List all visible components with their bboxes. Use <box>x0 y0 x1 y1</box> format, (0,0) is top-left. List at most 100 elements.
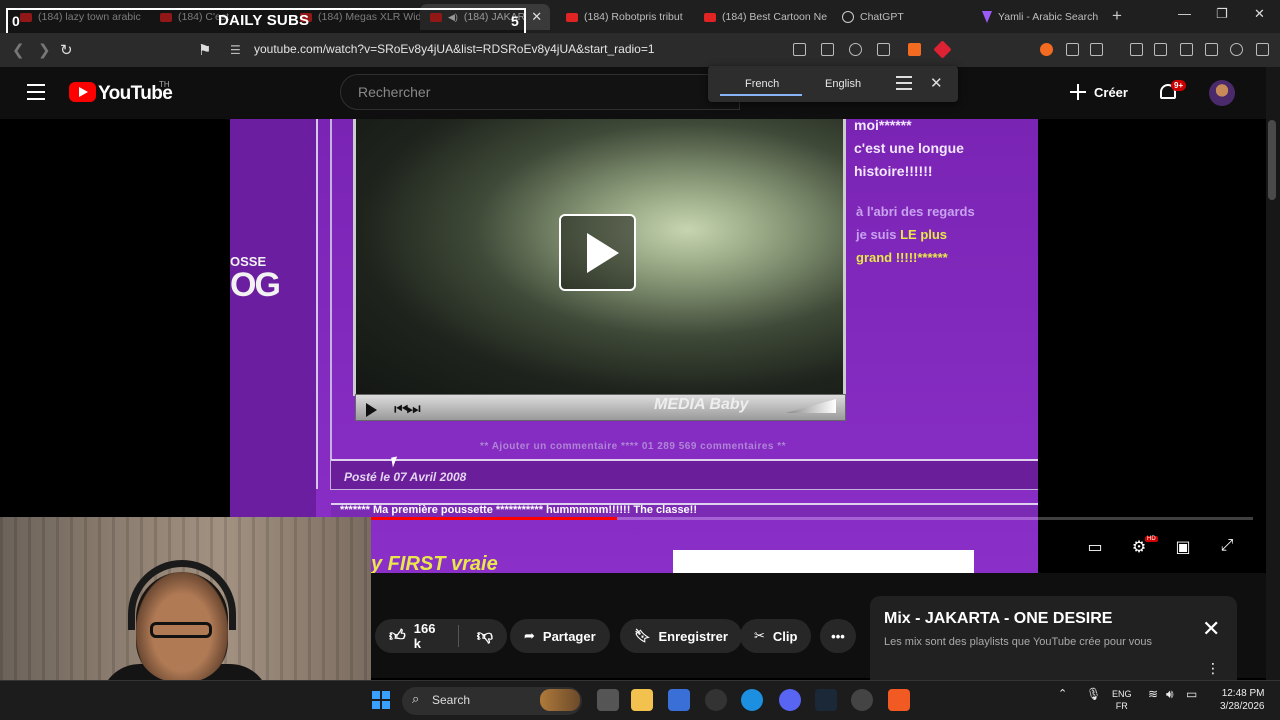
tab-label: Yamli - Arabic Search <box>998 11 1099 23</box>
mix-title[interactable]: Mix - JAKARTA - ONE DESIRE <box>884 610 1112 628</box>
sidebar-icon[interactable] <box>1154 43 1167 56</box>
translate-icon[interactable] <box>793 43 806 56</box>
steam-icon[interactable] <box>815 689 837 711</box>
vpn-icon[interactable] <box>1230 43 1243 56</box>
zoom-icon[interactable] <box>849 43 862 56</box>
comments-line: ** Ajouter un commentaire **** 01 289 56… <box>480 441 787 452</box>
minimize-window-icon[interactable]: — <box>1178 6 1191 21</box>
avatar[interactable] <box>1209 80 1235 106</box>
share-label: Partager <box>542 628 596 644</box>
site-settings-icon[interactable]: ☰ <box>230 43 241 57</box>
scissors-icon: ✂ <box>754 628 765 643</box>
store-icon[interactable] <box>668 689 690 711</box>
obs-icon[interactable] <box>851 689 873 711</box>
translate-active-underline <box>720 94 802 96</box>
translate-source-tab[interactable]: French <box>745 78 779 90</box>
browser-tab[interactable]: ChatGPT <box>832 4 968 30</box>
subtitles-icon[interactable]: ▭ <box>1084 537 1106 557</box>
side-text-highlight: LE plus <box>900 227 948 242</box>
music-icon[interactable] <box>1130 43 1143 56</box>
back-icon[interactable]: ❮ <box>12 41 25 59</box>
discord-icon[interactable] <box>779 689 801 711</box>
search-icon: ⌕ <box>412 691 420 706</box>
brave-icon[interactable] <box>888 689 910 711</box>
restore-window-icon[interactable]: ❐ <box>1216 6 1228 22</box>
theater-mode-icon[interactable]: ▣ <box>1172 537 1194 557</box>
share-page-icon[interactable] <box>877 43 890 56</box>
close-icon[interactable]: ✕ <box>1202 616 1220 642</box>
tray-chevron-icon[interactable]: ⌃ <box>1058 688 1067 700</box>
tab-label: (184) Robotpris tribut <box>584 11 683 23</box>
search-highlight-icon[interactable] <box>540 689 580 711</box>
ai-assistant-icon[interactable] <box>1205 43 1218 56</box>
tab-label: (184) Best Cartoon Ne <box>722 11 828 23</box>
wallet-icon[interactable] <box>1180 43 1193 56</box>
fullscreen-icon[interactable]: ⤢ <box>1216 537 1238 557</box>
mix-subtitle: Les mix sont des playlists que YouTube c… <box>884 636 1153 648</box>
scrollbar-thumb[interactable] <box>1268 120 1276 200</box>
translate-options-icon[interactable] <box>896 76 912 90</box>
volume-icon[interactable]: 🔊︎ <box>1166 688 1174 700</box>
share-button[interactable]: ➦ Partager <box>510 619 610 653</box>
more-actions-button[interactable]: ••• <box>820 619 856 653</box>
subs-left-count: 0 <box>12 13 20 29</box>
side-text-block-1: moi****** c'est une longue histoire!!!!!… <box>854 114 964 183</box>
translate-target-tab[interactable]: English <box>825 78 861 90</box>
like-count[interactable]: 166 k <box>414 621 440 651</box>
wifi-icon[interactable]: ≋ <box>1148 688 1158 700</box>
media-icon[interactable] <box>821 43 834 56</box>
close-window-icon[interactable]: ✕ <box>1254 6 1265 22</box>
chatgpt-favicon-icon <box>842 11 854 23</box>
close-tab-icon[interactable]: ✕ <box>531 9 542 25</box>
thumbs-down-icon[interactable]: 👎︎ <box>477 627 493 646</box>
close-icon[interactable]: ✕ <box>930 74 943 92</box>
browser-tab[interactable]: Yamli - Arabic Search <box>972 4 1102 30</box>
clock-date: 3/28/2026 <box>1220 701 1265 712</box>
task-view-icon[interactable] <box>597 689 619 711</box>
more-vertical-icon[interactable]: ⋮ <box>1206 660 1220 677</box>
plus-icon <box>1070 84 1086 100</box>
clip-label: Clip <box>772 628 798 644</box>
side-text-line: c'est une longue <box>854 140 964 156</box>
app-icon[interactable] <box>705 689 727 711</box>
brave-shields-icon[interactable] <box>908 43 921 56</box>
forward-icon[interactable]: ❯ <box>38 41 51 59</box>
edge-icon[interactable] <box>741 689 763 711</box>
file-explorer-icon[interactable] <box>631 689 653 711</box>
guide-menu-icon[interactable] <box>27 84 45 100</box>
browser-tab[interactable]: (184) Best Cartoon Ne <box>694 4 828 30</box>
progress-bar-fill <box>370 517 617 520</box>
side-text-line: je suis <box>856 227 897 242</box>
new-tab-button[interactable]: + <box>1112 6 1122 26</box>
embedded-play-icon <box>366 403 377 417</box>
play-button[interactable] <box>559 214 636 291</box>
menu-icon[interactable] <box>1256 43 1269 56</box>
thumbs-up-icon[interactable]: 👍︎ <box>389 627 406 646</box>
browser-tab[interactable]: (184) Robotpris tribut <box>556 4 692 30</box>
battery-icon[interactable]: ▭ <box>1186 688 1197 700</box>
extensions-puzzle-icon[interactable] <box>1066 43 1079 56</box>
youtube-logo-icon[interactable] <box>69 82 96 102</box>
create-label: Créer <box>1094 84 1128 100</box>
search-placeholder: Rechercher <box>358 84 431 100</box>
microphone-icon[interactable]: 🎙︎ <box>1086 688 1101 700</box>
screenshot-icon[interactable] <box>1090 43 1103 56</box>
extension-icon[interactable] <box>1040 43 1053 56</box>
bookmark-icon[interactable]: ⚑ <box>198 41 211 59</box>
save-button[interactable]: 🔖︎ Enregistrer <box>620 619 742 653</box>
youtube-favicon-icon <box>566 12 578 22</box>
entry-text: ******* Ma première poussette **********… <box>340 504 698 516</box>
language-indicator[interactable]: ENG FR <box>1112 688 1132 712</box>
divider <box>457 625 459 647</box>
clock-time: 12:48 PM <box>1221 688 1265 699</box>
clip-button[interactable]: ✂ Clip <box>740 619 812 653</box>
translate-popup: French English ✕ <box>708 66 958 102</box>
save-label: Enregistrer <box>658 628 728 644</box>
windows-start-icon[interactable] <box>372 691 390 709</box>
taskbar-clock[interactable]: 12:48 PM 3/28/2026 <box>1220 687 1265 713</box>
share-icon: ➦ <box>524 628 535 643</box>
create-button[interactable]: Créer <box>1070 78 1136 106</box>
address-bar[interactable]: youtube.com/watch?v=SRoEv8y4jUA&list=RDS… <box>254 42 655 56</box>
reload-icon[interactable]: ↻ <box>60 41 73 59</box>
video-white-card <box>673 550 974 573</box>
